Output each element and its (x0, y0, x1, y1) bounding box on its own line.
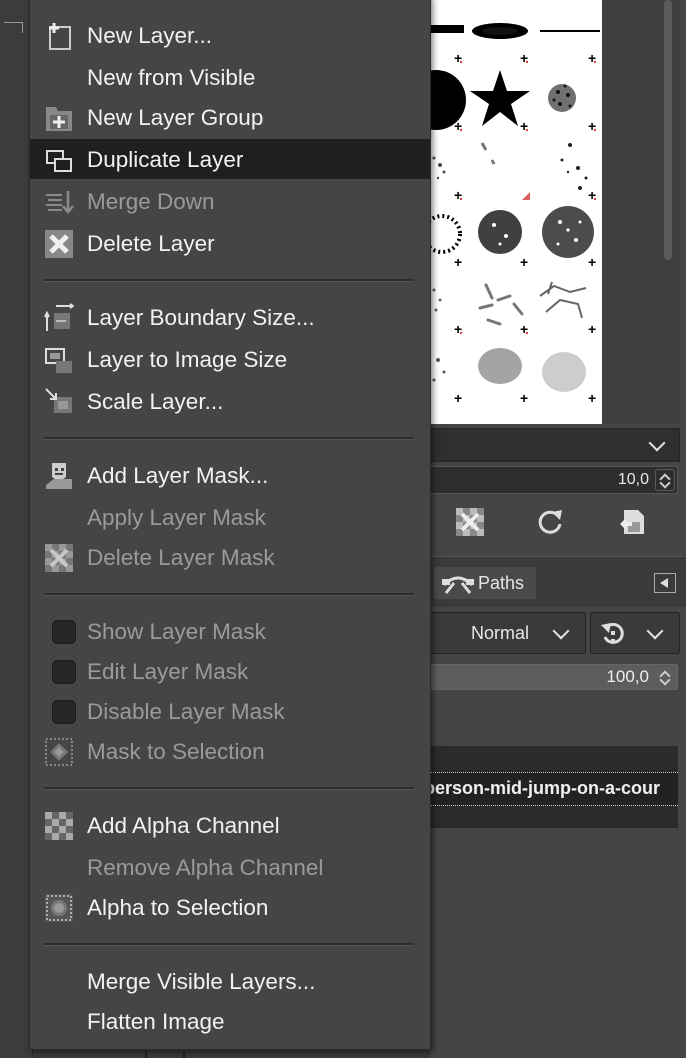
menu-item-merge-visible-layers[interactable]: Merge Visible Layers... (30, 961, 430, 1001)
menu-item-layer-boundary-size[interactable]: Layer Boundary Size... (30, 297, 430, 337)
menu-item-new-layer[interactable]: New Layer... (30, 15, 430, 55)
menu-separator (44, 943, 414, 946)
layer-to-image-size-icon (45, 348, 72, 373)
layer-boundary-size-icon (44, 303, 74, 331)
delete-layer-mask-icon (45, 544, 73, 572)
tab-paths[interactable]: Paths (434, 567, 536, 599)
scale-layer-icon (45, 388, 72, 413)
opacity-spinbutton[interactable]: 100,0 (430, 664, 678, 690)
menu-item-new-layer-group[interactable]: New Layer Group (30, 97, 430, 137)
composite-reset-icon (601, 622, 624, 644)
chevron-down-icon (552, 622, 570, 640)
composite-mode-select[interactable] (590, 612, 680, 654)
tab-paths-label: Paths (478, 573, 525, 593)
brush-grid[interactable]: + + + + + + + + + + + + + + + + + (430, 0, 602, 424)
dock-tab-bar: Paths (430, 556, 686, 607)
svg-text:+: + (454, 321, 462, 337)
brushes-layers-dock: + + + + + + + + + + + + + + + + + 10,0 P… (430, 0, 686, 1058)
svg-text:+: + (588, 187, 596, 203)
menu-item-mask-to-selection[interactable]: Mask to Selection (30, 731, 430, 771)
brush-actions (430, 500, 686, 544)
spin-arrows-icon[interactable] (655, 666, 675, 688)
add-alpha-channel-icon (45, 812, 73, 840)
menu-separator (44, 279, 414, 282)
menu-item-edit-layer-mask[interactable]: Edit Layer Mask (30, 651, 430, 691)
paths-icon (442, 576, 474, 594)
add-layer-mask-icon (46, 463, 72, 489)
new-layer-icon (49, 23, 71, 50)
layer-row[interactable]: person-mid-jump-on-a-cour (430, 772, 678, 806)
brush-previews: + + + + + + + + + + + + + + + + + (430, 23, 600, 406)
svg-text:+: + (588, 321, 596, 337)
menu-item-add-layer-mask[interactable]: Add Layer Mask... (30, 455, 430, 495)
menu-item-remove-alpha-channel[interactable]: Remove Alpha Channel (30, 847, 430, 887)
menu-item-delete-layer[interactable]: Delete Layer (30, 223, 430, 263)
menu-item-duplicate-layer[interactable]: Duplicate Layer (30, 139, 430, 179)
chevron-down-icon (648, 434, 666, 452)
svg-text:+: + (588, 50, 596, 66)
menu-item-add-alpha-channel[interactable]: Add Alpha Channel (30, 805, 430, 845)
layer-list: person-mid-jump-on-a-cour (430, 746, 678, 828)
brush-scrollbar[interactable] (602, 0, 680, 424)
menu-item-alpha-to-selection[interactable]: Alpha to Selection (30, 887, 430, 927)
menu-separator (44, 593, 414, 596)
layer-name: person-mid-jump-on-a-cour (430, 778, 660, 798)
merge-down-icon (46, 191, 74, 214)
menu-item-new-from-visible[interactable]: New from Visible (30, 57, 430, 97)
spin-arrows-icon[interactable] (655, 469, 675, 491)
alpha-to-selection-icon (45, 894, 73, 922)
svg-text:+: + (454, 118, 462, 134)
scrollbar-thumb[interactable] (664, 0, 672, 260)
checkbox[interactable] (52, 700, 76, 724)
menu-item-disable-layer-mask[interactable]: Disable Layer Mask (30, 691, 430, 731)
layer-mode-select[interactable]: Normal (430, 612, 586, 654)
menu-separator (44, 787, 414, 790)
duplicate-layer-icon (46, 150, 72, 172)
triangle-left-icon (660, 578, 668, 588)
brush-preset-select[interactable] (430, 428, 680, 462)
svg-text:+: + (520, 390, 528, 406)
menu-item-flatten-image[interactable]: Flatten Image (30, 1001, 430, 1041)
checkbox[interactable] (52, 660, 76, 684)
delete-brush-icon[interactable] (454, 506, 486, 538)
checkbox[interactable] (52, 620, 76, 644)
ruler-mark (4, 22, 23, 33)
svg-text:+: + (454, 254, 462, 270)
delete-layer-icon (45, 230, 73, 258)
spacing-spinbutton[interactable]: 10,0 (430, 466, 678, 494)
svg-text:+: + (588, 390, 596, 406)
menu-item-apply-layer-mask[interactable]: Apply Layer Mask (30, 497, 430, 537)
svg-text:+: + (520, 118, 528, 134)
mask-to-selection-icon (45, 738, 73, 766)
open-as-image-icon[interactable] (618, 506, 650, 538)
svg-text:+: + (454, 50, 462, 66)
opacity-value: 100,0 (606, 667, 649, 686)
refresh-icon[interactable] (534, 506, 566, 538)
layer-mode-label: Normal (471, 623, 530, 643)
spacing-value: 10,0 (617, 471, 649, 488)
chevron-down-icon (646, 622, 664, 640)
svg-text:+: + (520, 254, 528, 270)
menu-item-layer-to-image-size[interactable]: Layer to Image Size (30, 339, 430, 379)
svg-text:+: + (588, 254, 596, 270)
layers-empty-area (430, 828, 686, 1058)
layer-context-menu: New Layer... New from Visible New Layer … (29, 0, 431, 1050)
menu-item-scale-layer[interactable]: Scale Layer... (30, 381, 430, 421)
svg-text:+: + (588, 118, 596, 134)
tab-menu-button[interactable] (654, 573, 676, 593)
menu-item-show-layer-mask[interactable]: Show Layer Mask (30, 611, 430, 651)
svg-text:+: + (454, 187, 462, 203)
menu-separator (44, 437, 414, 440)
svg-text:+: + (454, 390, 462, 406)
new-layer-group-icon (46, 107, 72, 131)
svg-text:+: + (520, 321, 528, 337)
svg-text:+: + (520, 50, 528, 66)
menu-item-merge-down[interactable]: Merge Down (30, 181, 430, 221)
menu-item-delete-layer-mask[interactable]: Delete Layer Mask (30, 537, 430, 577)
